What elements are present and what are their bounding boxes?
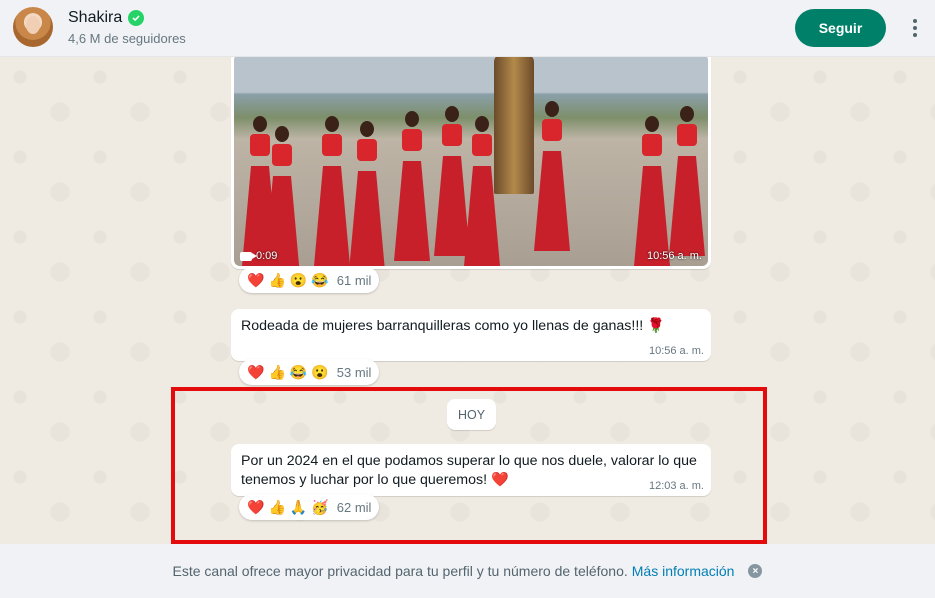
surprised-emoji: 😮 (311, 364, 329, 380)
verified-check-icon (128, 10, 145, 26)
laughing-emoji: 😂 (289, 364, 308, 380)
message-timestamp: 10:56 a. m. (646, 250, 702, 262)
message-text: Rodeada de mujeres barranquilleras como … (241, 318, 665, 334)
channel-avatar[interactable] (13, 7, 53, 47)
reactions-bar[interactable]: ❤️ 👍 😂 😮 53 mil (239, 359, 380, 385)
reaction-count: 61 mil (336, 272, 372, 288)
followers-count: 4,6 M de seguidores (68, 31, 186, 46)
heart-emoji: ❤️ (247, 364, 265, 380)
video-message[interactable]: 0:09 10:56 a. m. (231, 57, 711, 269)
thumbs-up-emoji: 👍 (268, 364, 286, 380)
privacy-notice-bar: Este canal ofrece mayor privacidad para … (0, 544, 935, 598)
text-message[interactable]: Rodeada de mujeres barranquilleras como … (231, 309, 711, 361)
video-thumbnail[interactable]: 0:09 10:56 a. m. (234, 57, 708, 266)
thumbs-up-emoji: 👍 (268, 272, 286, 288)
message-timestamp: 10:56 a. m. (648, 345, 704, 357)
heart-emoji: ❤️ (247, 272, 265, 288)
more-info-link[interactable]: Más información (632, 563, 735, 579)
highlight-box (171, 387, 767, 544)
reaction-count: 53 mil (336, 364, 372, 380)
follow-button[interactable]: Seguir (795, 9, 886, 47)
surprised-emoji: 😮 (289, 272, 308, 288)
reactions-bar[interactable]: ❤️ 👍 😮 😂 61 mil (239, 267, 380, 293)
kebab-menu-icon[interactable] (905, 16, 925, 40)
channel-title[interactable]: Shakira (68, 9, 145, 27)
channel-chat-area: 0:09 10:56 a. m. ❤️ 👍 😮 😂 61 mil Rodeada… (0, 57, 935, 544)
laughing-emoji: 😂 (311, 272, 329, 288)
close-icon[interactable]: × (748, 564, 763, 578)
channel-name-text: Shakira (68, 9, 123, 26)
channel-header: Shakira 4,6 M de seguidores Seguir (0, 0, 935, 57)
video-duration: 0:09 (240, 250, 277, 262)
privacy-notice-text: Este canal ofrece mayor privacidad para … (172, 563, 628, 579)
video-camera-icon (240, 251, 257, 261)
